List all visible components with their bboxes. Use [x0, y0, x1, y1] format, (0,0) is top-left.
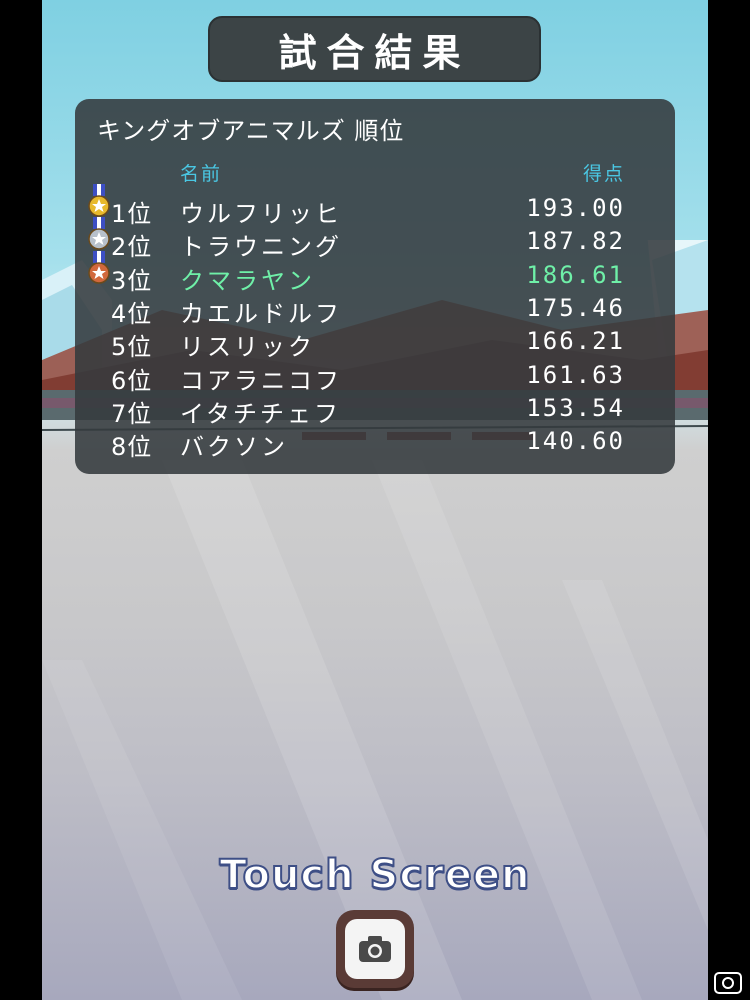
gold-medal-icon — [88, 184, 110, 217]
player-name: クマラヤン — [180, 266, 315, 295]
ranking-row: 3位 クマラヤン 186.61 — [75, 250, 675, 295]
ranking-row: 7位 イタチチェフ 153.54 — [75, 392, 675, 428]
ranking-row: 6位 コアラニコフ 161.63 — [75, 359, 675, 395]
player-score: 161.63 — [526, 360, 625, 389]
player-name: イタチチェフ — [180, 399, 342, 428]
player-score: 187.82 — [526, 227, 625, 256]
rank-label: 2位 — [111, 233, 153, 262]
page-title: 試合結果 — [278, 30, 471, 75]
ranking-row: 1位 ウルフリッヒ 193.00 — [75, 184, 675, 228]
result-title-box: 試合結果 — [208, 16, 541, 82]
touch-screen-prompt[interactable]: Touch Screen — [42, 851, 708, 899]
player-score: 175.46 — [526, 293, 625, 322]
player-score: 186.61 — [526, 260, 625, 289]
watermark-logo — [714, 972, 742, 994]
player-score: 166.21 — [526, 327, 625, 356]
ranking-title: キングオブアニマルズ 順位 — [97, 117, 405, 145]
rank-label: 7位 — [111, 399, 153, 428]
player-score: 193.00 — [526, 194, 625, 222]
camera-icon — [359, 936, 391, 962]
ranking-panel: キングオブアニマルズ 順位 名前 得点 1位 ウルフリッヒ 193.00 2位 トラウニ… — [75, 99, 675, 474]
player-name: ウルフリッヒ — [180, 200, 342, 228]
silver-medal-icon — [88, 217, 110, 251]
rank-label: 3位 — [111, 266, 153, 295]
rank-label: 8位 — [111, 433, 153, 462]
player-name: コアラニコフ — [180, 366, 342, 395]
rank-label: 4位 — [111, 299, 153, 328]
player-name: リスリック — [180, 333, 315, 362]
ranking-row: 5位 リスリック 166.21 — [75, 325, 675, 361]
ranking-row: 2位 トラウニング 187.82 — [75, 217, 675, 261]
rank-label: 5位 — [111, 333, 153, 362]
column-header-score: 得点 — [582, 163, 625, 185]
game-screen[interactable]: 試合結果 キングオブアニマルズ 順位 名前 得点 1位 ウルフリッヒ 193.00 2… — [42, 0, 708, 1000]
ranking-row: 8位 バクソン 140.60 — [75, 425, 675, 461]
player-score: 140.60 — [526, 427, 625, 456]
rank-label: 1位 — [111, 200, 153, 228]
player-name: バクソン — [180, 433, 288, 462]
ranking-row: 4位 カエルドルフ 175.46 — [75, 292, 675, 328]
bronze-medal-icon — [88, 250, 110, 284]
camera-icon-frame — [345, 919, 405, 979]
player-score: 153.54 — [526, 393, 625, 422]
player-name: トラウニング — [180, 233, 342, 262]
screenshot-button[interactable] — [336, 910, 414, 988]
rank-label: 6位 — [111, 366, 153, 395]
column-header-name: 名前 — [180, 163, 223, 185]
player-name: カエルドルフ — [180, 299, 342, 328]
